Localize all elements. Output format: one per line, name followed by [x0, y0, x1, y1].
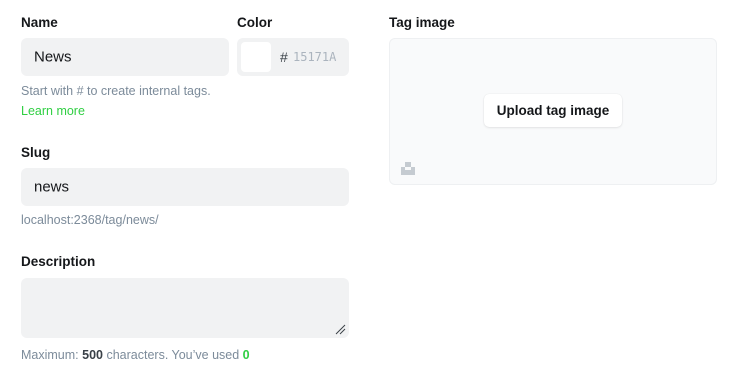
- color-swatch[interactable]: [241, 42, 271, 72]
- learn-more-link[interactable]: Learn more: [21, 104, 85, 118]
- char-count-middle: characters. You’ve used: [102, 348, 243, 362]
- char-count-max: 500: [82, 348, 103, 362]
- name-hint: Start with # to create internal tags.: [21, 84, 211, 98]
- slug-input-value: news: [34, 178, 70, 196]
- tag-image-label: Tag image: [389, 15, 455, 30]
- unsplash-icon[interactable]: [401, 161, 415, 175]
- description-label: Description: [21, 254, 96, 269]
- char-count-used: 0: [242, 348, 250, 362]
- color-hash: #: [280, 49, 288, 65]
- name-input-value: News: [34, 48, 72, 66]
- slug-url-preview: localhost:2368/tag/news/: [21, 213, 159, 227]
- description-char-count: Maximum: 500 characters. You’ve used 0: [21, 348, 250, 362]
- color-hex-placeholder: 15171A: [293, 50, 337, 64]
- tag-image-upload-area[interactable]: Upload tag image: [389, 38, 717, 185]
- color-input[interactable]: # 15171A: [237, 38, 349, 76]
- char-count-prefix: Maximum:: [21, 348, 83, 362]
- slug-label: Slug: [21, 145, 51, 160]
- slug-input[interactable]: news: [21, 168, 349, 206]
- description-textarea[interactable]: [21, 278, 349, 338]
- resize-handle-icon[interactable]: [335, 324, 346, 335]
- color-label: Color: [237, 15, 273, 30]
- name-label: Name: [21, 15, 58, 30]
- upload-tag-image-button[interactable]: Upload tag image: [484, 94, 622, 127]
- name-input[interactable]: News: [21, 38, 229, 76]
